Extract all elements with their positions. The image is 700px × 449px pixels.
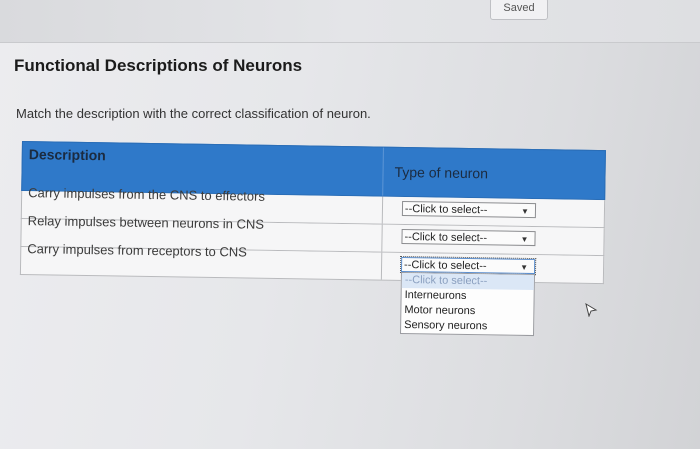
instruction-text: Match the description with the correct c… (16, 106, 371, 121)
row-divider (381, 224, 383, 252)
chevron-down-icon: ▼ (520, 206, 530, 216)
page-title: Functional Descriptions of Neurons (14, 56, 303, 75)
header-divider (382, 147, 384, 196)
top-bar: Saved (0, 0, 700, 43)
column-header-type: Type of neuron (394, 163, 489, 182)
neuron-type-select-1[interactable]: --Click to select-- ▼ (401, 200, 537, 219)
row-divider (380, 252, 383, 280)
select-value: --Click to select-- (404, 203, 488, 217)
select-value: --Click to select-- (404, 231, 488, 245)
column-header-description: Description (28, 146, 106, 164)
select-value: --Click to select-- (404, 259, 487, 273)
row-description: Carry impulses from the CNS to effectors (28, 185, 266, 204)
row-description: Relay impulses between neurons in CNS (27, 213, 265, 232)
mouse-cursor-icon (585, 303, 598, 317)
row-divider (381, 196, 384, 224)
matching-table: Description Type of neuron Carry impulse… (19, 141, 606, 337)
row-description: Carry impulses from receptors to CNS (27, 241, 248, 260)
saved-status-badge: Saved (490, 0, 548, 20)
neuron-type-dropdown-list: --Click to select-- Interneurons Motor n… (400, 271, 535, 337)
chevron-down-icon: ▼ (520, 262, 529, 272)
dropdown-option-sensory-neurons[interactable]: Sensory neurons (401, 318, 533, 335)
chevron-down-icon: ▼ (520, 234, 529, 244)
neuron-type-select-2[interactable]: --Click to select-- ▼ (401, 228, 536, 247)
